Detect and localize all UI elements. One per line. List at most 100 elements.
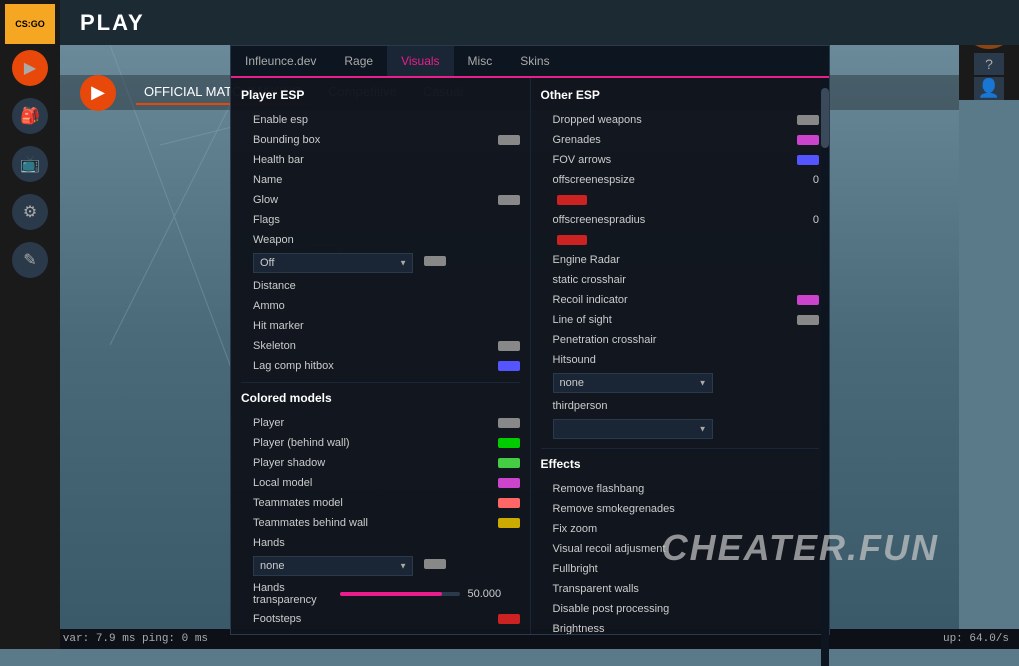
- tab-misc[interactable]: Misc: [454, 46, 507, 76]
- offscreenespradius-value: 0: [813, 214, 819, 226]
- health-bar-label: Health bar: [253, 154, 520, 166]
- list-item: Player (behind wall): [241, 433, 520, 453]
- weapon-color[interactable]: [424, 256, 446, 266]
- sidebar-settings-icon[interactable]: ⚙: [12, 194, 48, 230]
- list-item: Remove flashbang: [541, 479, 820, 499]
- main-panel: Infleunce.dev Rage Visuals Misc Skins Pl…: [230, 45, 830, 635]
- player-color-label: Player: [253, 417, 494, 429]
- list-item: Fix zoom: [541, 519, 820, 539]
- sidebar-workshop-icon[interactable]: ✎: [12, 242, 48, 278]
- weapon-dropdown[interactable]: Off: [253, 253, 413, 273]
- grenades-label: Grenades: [553, 134, 794, 146]
- disable-post-processing-label: Disable post processing: [553, 603, 820, 615]
- topbar: PLAY: [60, 0, 1019, 45]
- offscreenespradius-color[interactable]: [557, 235, 587, 245]
- play-button[interactable]: ▶: [80, 75, 116, 111]
- status-right: up: 64.0/s: [943, 633, 1009, 645]
- scrollbar-thumb[interactable]: [821, 88, 829, 148]
- panel-right: Other ESP Dropped weapons Grenades FOV a…: [531, 78, 830, 634]
- offscreenespsize-color-row: [541, 190, 820, 210]
- thirdperson-dropdown-wrapper: [553, 419, 713, 439]
- lag-comp-hitbox-label: Lag comp hitbox: [253, 360, 494, 372]
- list-item: Distance: [241, 276, 520, 296]
- tab-visuals[interactable]: Visuals: [387, 46, 453, 76]
- separator: [541, 448, 820, 449]
- slider-fill: [340, 592, 442, 596]
- list-item: Dropped weapons: [541, 110, 820, 130]
- remove-smokegrenades-label: Remove smokegrenades: [553, 503, 820, 515]
- help-button[interactable]: ?: [974, 53, 1004, 76]
- list-item: Skeleton: [241, 336, 520, 356]
- list-item: Hands: [241, 533, 520, 553]
- list-item: Bounding box: [241, 130, 520, 150]
- player-shadow-color[interactable]: [498, 458, 520, 468]
- list-item: Line of sight: [541, 310, 820, 330]
- teammates-model-color[interactable]: [498, 498, 520, 508]
- sidebar-play-icon[interactable]: ▶: [12, 50, 48, 86]
- dropped-weapons-color[interactable]: [797, 115, 819, 125]
- glow-color[interactable]: [498, 195, 520, 205]
- list-item: Player shadow: [241, 453, 520, 473]
- local-model-label: Local model: [253, 477, 494, 489]
- list-item: Player: [241, 413, 520, 433]
- tab-rage[interactable]: Rage: [330, 46, 387, 76]
- line-of-sight-label: Line of sight: [553, 314, 794, 326]
- list-item: offscreenespradius 0: [541, 210, 820, 230]
- hands-dropdown[interactable]: none: [253, 556, 413, 576]
- list-item: Glow: [241, 190, 520, 210]
- dropped-weapons-label: Dropped weapons: [553, 114, 794, 126]
- weapon-label: Weapon: [253, 234, 520, 246]
- hit-marker-label: Hit marker: [253, 320, 520, 332]
- section-other-esp: Other ESP: [541, 86, 820, 104]
- static-crosshair-label: static crosshair: [553, 274, 820, 286]
- offscreenespsize-color[interactable]: [557, 195, 587, 205]
- grenades-color[interactable]: [797, 135, 819, 145]
- hands-transparency-slider[interactable]: [340, 592, 460, 596]
- local-model-color[interactable]: [498, 478, 520, 488]
- list-item: FOV arrows: [541, 150, 820, 170]
- thirdperson-dropdown[interactable]: [553, 419, 713, 439]
- hitsound-dropdown-wrapper: none: [553, 373, 713, 393]
- footsteps-color[interactable]: [498, 614, 520, 624]
- profile-icon[interactable]: 👤: [974, 77, 1004, 100]
- teammates-behind-wall-color[interactable]: [498, 518, 520, 528]
- glow-label: Glow: [253, 194, 494, 206]
- skeleton-color[interactable]: [498, 341, 520, 351]
- offscreenespradius-label: offscreenespradius: [553, 214, 809, 226]
- list-item: Grenades: [541, 130, 820, 150]
- player-behind-wall-color[interactable]: [498, 438, 520, 448]
- separator: [241, 382, 520, 383]
- teammates-model-label: Teammates model: [253, 497, 494, 509]
- fov-arrows-color[interactable]: [797, 155, 819, 165]
- hands-transparency-value: 50.000: [468, 588, 508, 600]
- bounding-box-color[interactable]: [498, 135, 520, 145]
- list-item: Health bar: [241, 150, 520, 170]
- panel-content: Player ESP Enable esp Bounding box Healt…: [231, 78, 829, 634]
- hands-transparency-row: Hands transparency 50.000: [241, 579, 520, 609]
- player-behind-wall-label: Player (behind wall): [253, 437, 494, 449]
- lag-comp-color[interactable]: [498, 361, 520, 371]
- hands-dropdown-row: none: [241, 553, 520, 579]
- panel-scrollbar[interactable]: [821, 78, 829, 666]
- list-item: offscreenespsize 0: [541, 170, 820, 190]
- fov-arrows-label: FOV arrows: [553, 154, 794, 166]
- flags-label: Flags: [253, 214, 520, 226]
- thirdperson-label: thirdperson: [553, 400, 820, 412]
- list-item: Teammates model: [241, 493, 520, 513]
- tab-infleunce[interactable]: Infleunce.dev: [231, 46, 330, 76]
- recoil-indicator-color[interactable]: [797, 295, 819, 305]
- sidebar-inventory-icon[interactable]: 🎒: [12, 98, 48, 134]
- skeleton-label: Skeleton: [253, 340, 494, 352]
- player-color[interactable]: [498, 418, 520, 428]
- tab-skins[interactable]: Skins: [506, 46, 563, 76]
- list-item: Name: [241, 170, 520, 190]
- list-item: Recoil indicator: [541, 290, 820, 310]
- hands-dropdown-color[interactable]: [424, 559, 446, 569]
- hitsound-dropdown[interactable]: none: [553, 373, 713, 393]
- line-of-sight-color[interactable]: [797, 315, 819, 325]
- ammo-label: Ammo: [253, 300, 520, 312]
- sidebar-tv-icon[interactable]: 📺: [12, 146, 48, 182]
- weapon-dropdown-row: Off: [241, 250, 520, 276]
- teammates-behind-wall-label: Teammates behind wall: [253, 517, 494, 529]
- section-effects: Effects: [541, 455, 820, 473]
